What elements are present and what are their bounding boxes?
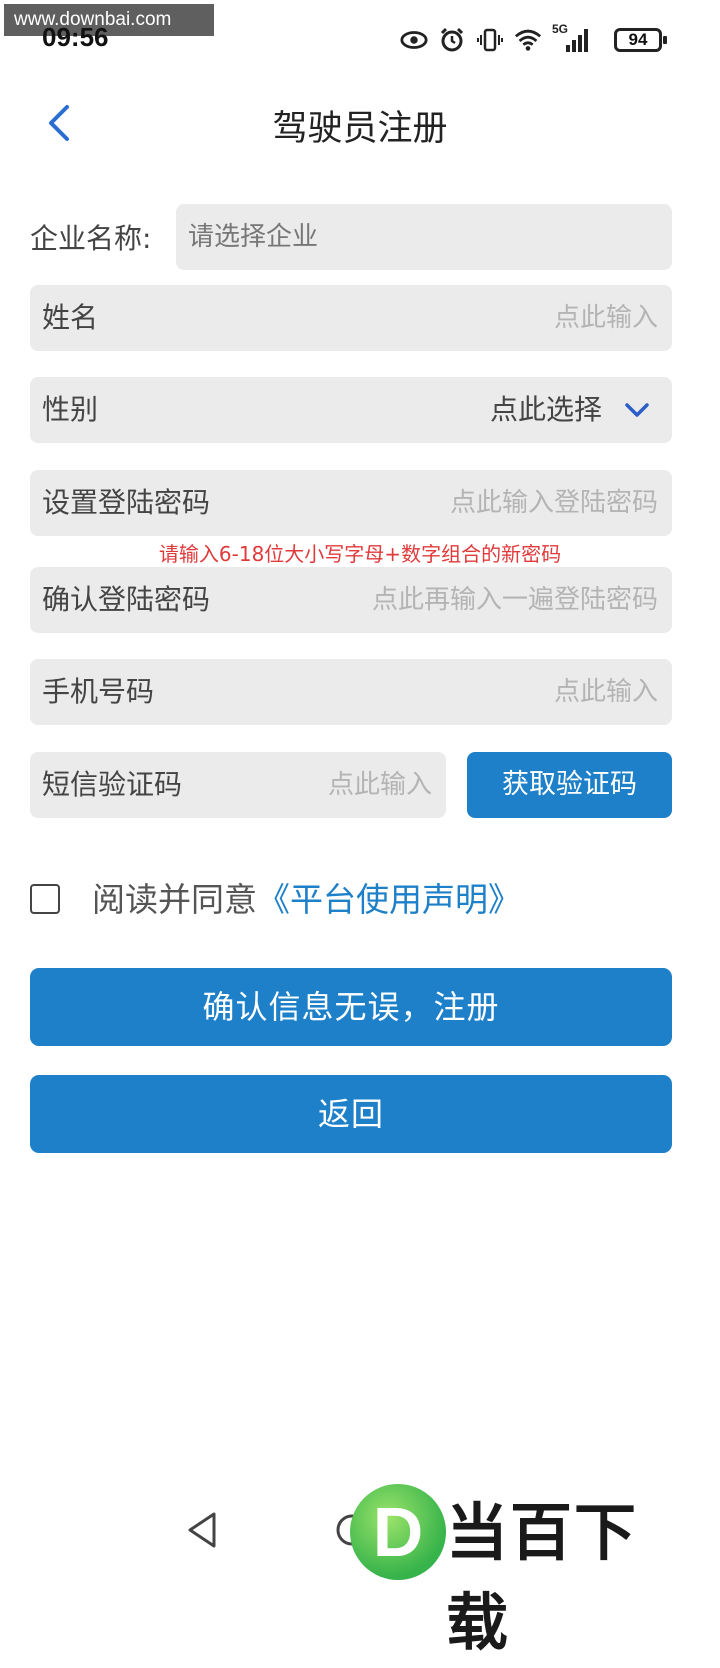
confirm-password-label: 确认登陆密码 [42, 583, 211, 616]
vibrate-icon [476, 26, 504, 54]
name-field[interactable]: 姓名 点此输入 [30, 285, 672, 351]
nav-back-icon[interactable] [184, 1510, 220, 1550]
wifi-icon [514, 26, 542, 54]
name-label: 姓名 [42, 301, 99, 334]
eye-icon [400, 26, 428, 54]
watermark-logo: D 当百下载 [350, 1478, 700, 1659]
password-field[interactable]: 设置登陆密码 点此输入登陆密码 [30, 470, 672, 536]
status-time: 09:56 [42, 22, 109, 52]
logo-d-icon: D [350, 1484, 446, 1580]
network-type: 5G [552, 22, 569, 36]
alarm-icon [438, 26, 466, 54]
chevron-down-icon [625, 403, 649, 417]
password-hint: 请输入6-18位大小写字母+数字组合的新密码 [158, 542, 562, 566]
page-title: 驾驶员注册 [272, 109, 448, 149]
agreement-checkbox[interactable] [30, 884, 60, 914]
company-select[interactable]: 请选择企业 [176, 204, 672, 270]
name-placeholder: 点此输入 [553, 303, 658, 333]
confirm-password-placeholder: 点此再输入一遍登陆密码 [371, 585, 658, 615]
signal-icon: 5G [552, 22, 590, 54]
phone-placeholder: 点此输入 [553, 677, 658, 707]
gender-value: 点此选择 [489, 393, 602, 426]
register-button[interactable]: 确认信息无误，注册 [30, 968, 672, 1046]
phone-field[interactable]: 手机号码 点此输入 [30, 659, 672, 725]
gender-select[interactable]: 性别 点此选择 [30, 377, 672, 443]
return-button[interactable]: 返回 [30, 1075, 672, 1153]
password-placeholder: 点此输入登陆密码 [449, 488, 658, 518]
confirm-password-field[interactable]: 确认登陆密码 点此再输入一遍登陆密码 [30, 567, 672, 633]
logo-text: 当百下载 [446, 1496, 639, 1659]
password-label: 设置登陆密码 [42, 486, 211, 519]
agreement-link[interactable]: 《平台使用声明》 [257, 880, 521, 919]
sms-code-label: 短信验证码 [42, 768, 183, 801]
agreement-text: 阅读并同意《平台使用声明》 [92, 876, 521, 924]
status-icons: 5G [400, 22, 590, 54]
battery-icon: 94 [614, 28, 667, 52]
sms-code-field[interactable]: 短信验证码 点此输入 [30, 752, 446, 818]
company-placeholder: 请选择企业 [188, 222, 319, 252]
gender-label: 性别 [42, 393, 99, 426]
watermark-url: www.downbai.com [4, 4, 214, 36]
phone-label: 手机号码 [42, 675, 155, 708]
sms-code-placeholder: 点此输入 [327, 770, 432, 800]
agreement-prefix: 阅读并同意 [92, 880, 257, 919]
get-code-button[interactable]: 获取验证码 [467, 752, 672, 818]
company-label: 企业名称: [30, 222, 152, 255]
